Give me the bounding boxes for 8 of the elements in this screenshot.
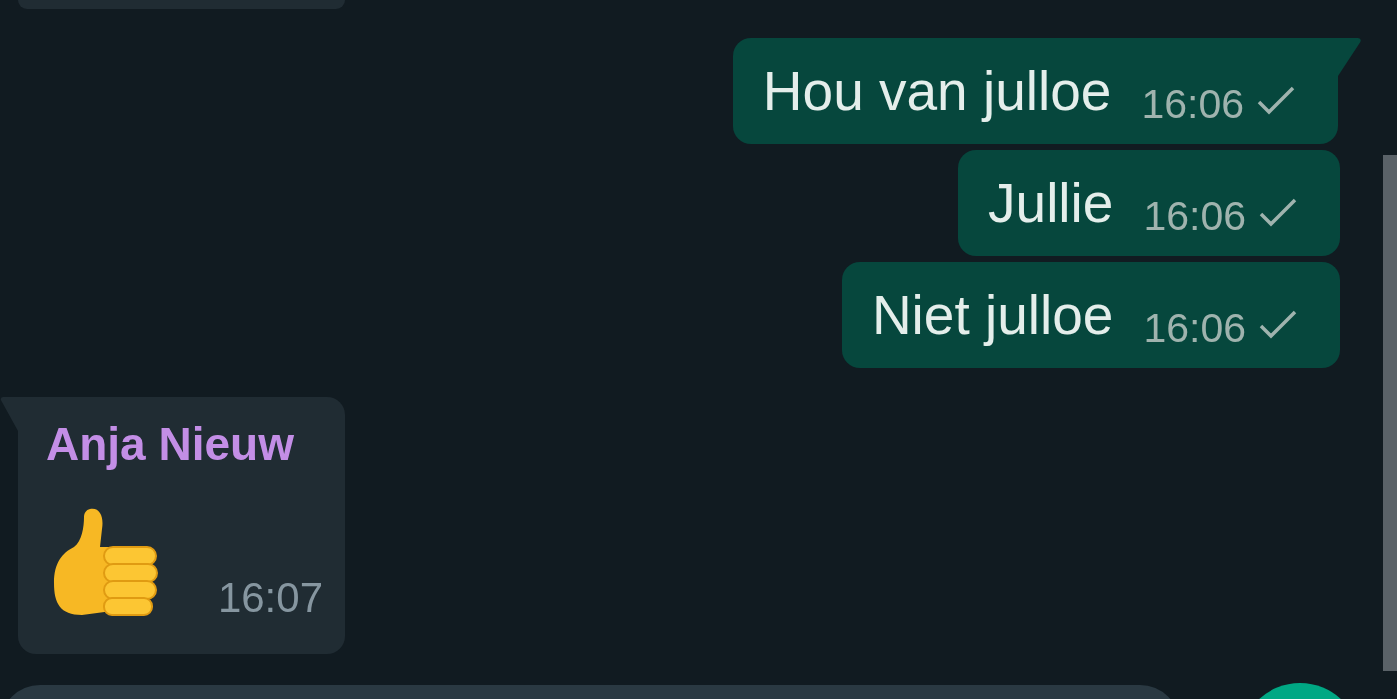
message-time: 16:06 <box>1143 195 1246 237</box>
message-time: 16:06 <box>1141 83 1244 125</box>
message-time: 16:07 <box>217 577 323 619</box>
message-time: 16:06 <box>1143 307 1246 349</box>
thumbs-up-icon <box>52 507 158 619</box>
message-text: Jullie <box>988 175 1114 231</box>
sender-name: Anja Nieuw <box>46 417 294 471</box>
scrollbar[interactable] <box>1383 155 1397 671</box>
